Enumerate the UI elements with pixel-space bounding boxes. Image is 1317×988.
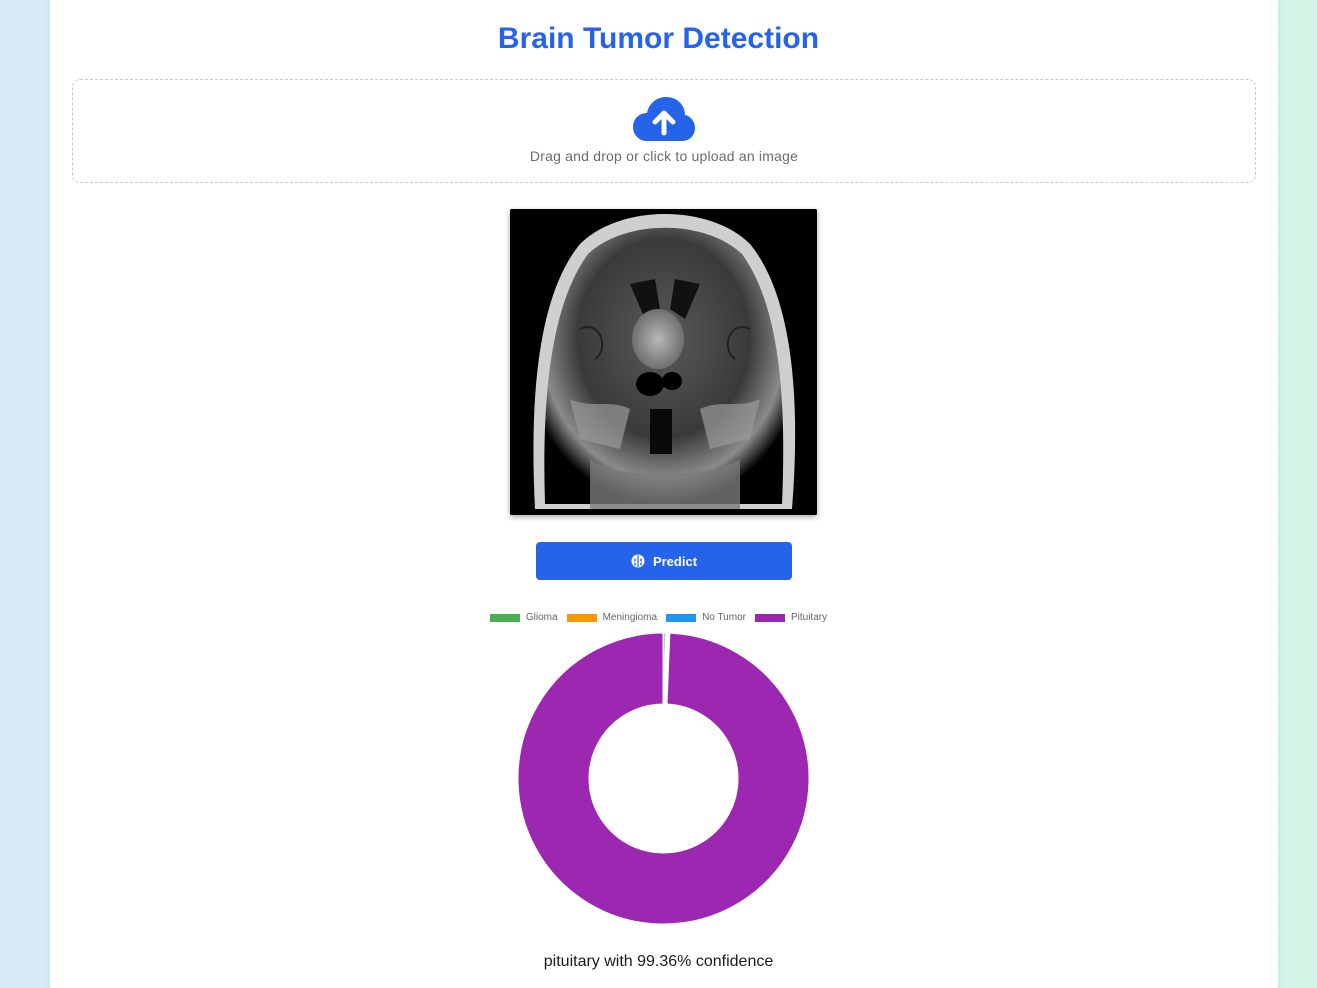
legend-item-no-tumor[interactable]: No Tumor [666,612,746,623]
legend-label: Glioma [525,612,558,623]
predict-label: Predict [652,553,698,569]
prediction-result: pituitary with 99.36% confidence [543,953,774,970]
predict-button[interactable]: Predict [536,542,792,580]
slice-pituitary[interactable] [517,632,810,925]
legend-swatch [754,613,785,622]
legend-label: Meningioma [602,612,658,623]
legend-item-glioma[interactable]: Glioma [489,612,558,623]
mri-preview-image [510,209,817,515]
legend-label: No Tumor [702,612,746,623]
legend-swatch [566,613,597,622]
cloud-upload-icon [633,97,695,141]
legend-label: Pituitary [790,612,828,623]
doughnut-chart [517,632,810,925]
legend-swatch [489,613,520,622]
brain-icon [631,554,645,568]
chart-legend: Glioma Meningioma No Tumor Pituitary [0,612,1317,623]
legend-item-pituitary[interactable]: Pituitary [754,612,828,623]
upload-prompt: Drag and drop or click to upload an imag… [529,148,799,164]
legend-item-meningioma[interactable]: Meningioma [566,612,658,623]
upload-dropzone[interactable]: Drag and drop or click to upload an imag… [72,79,1256,183]
legend-swatch [666,613,697,622]
page-title: Brain Tumor Detection [497,22,820,55]
